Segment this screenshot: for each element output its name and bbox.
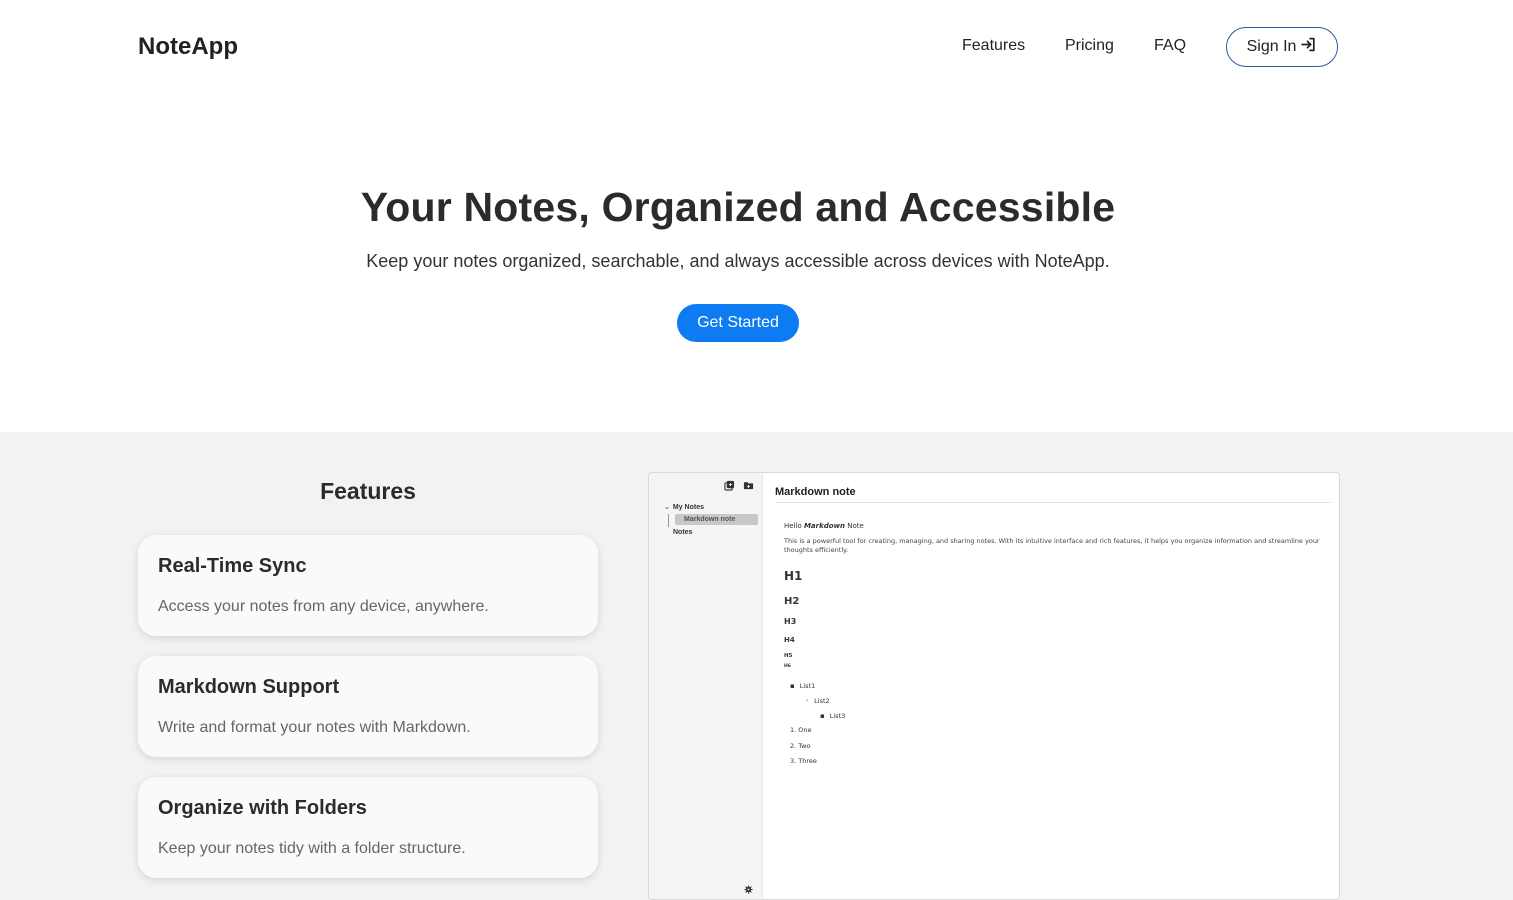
md-heading-5: H5 xyxy=(784,653,793,659)
features-section: Features Real-Time Sync Access your note… xyxy=(0,432,1513,900)
feature-card-description: Write and format your notes with Markdow… xyxy=(158,719,471,736)
note-divider xyxy=(775,502,1331,503)
list-item: ◦ List2 xyxy=(805,696,830,705)
list-item-text: List1 xyxy=(799,681,816,690)
feature-card-title: Markdown Support xyxy=(158,676,340,698)
tree-item-notes: Notes xyxy=(673,529,693,536)
md-heading-3: H3 xyxy=(784,617,797,626)
list-item: 2. Two xyxy=(790,741,811,750)
tree-folder-my-notes: ⌄ My Notes xyxy=(664,503,704,512)
md-emphasis: Markdown xyxy=(803,522,846,530)
app-preview: ⌄ My Notes Markdown note Notes Markdown … xyxy=(648,472,1340,900)
md-text: Hello xyxy=(784,522,804,530)
features-heading: Features xyxy=(320,478,416,504)
tree-item-markdown-note: Markdown note xyxy=(675,514,758,525)
navbar: NoteApp Features Pricing FAQ Sign In xyxy=(0,0,1513,94)
md-heading-2: H2 xyxy=(784,596,800,607)
hero-subtitle: Keep your notes organized, searchable, a… xyxy=(366,251,1110,271)
feature-card-description: Keep your notes tidy with a folder struc… xyxy=(158,840,466,857)
sign-in-button[interactable]: Sign In xyxy=(1226,27,1338,67)
list-item-text: List2 xyxy=(814,696,830,705)
md-bullet-list: ▪ List1 ◦ List2 ▪ List3 xyxy=(784,678,1324,723)
list-item: ▪ List3 xyxy=(820,711,846,720)
hero-section: Your Notes, Organized and Accessible Kee… xyxy=(0,94,1513,432)
new-note-icon xyxy=(723,479,736,492)
get-started-button[interactable]: Get Started xyxy=(677,304,799,342)
feature-card-title: Organize with Folders xyxy=(158,797,367,819)
md-ordered-list: 1. One 2. Two 3. Three xyxy=(784,723,1324,770)
md-heading-1: H1 xyxy=(784,569,803,583)
list-item: 1. One xyxy=(790,726,812,734)
hero-title: Your Notes, Organized and Accessible xyxy=(360,184,1116,230)
preview-note-editor: Markdown note Hello Markdown Note This i… xyxy=(764,473,1339,899)
list-item: ▪ List1 xyxy=(790,681,816,690)
list-item: 3. Three xyxy=(790,757,817,765)
gear-icon xyxy=(744,881,754,894)
md-heading-6: H6 xyxy=(784,664,791,669)
brand-logo[interactable]: NoteApp xyxy=(138,33,238,61)
feature-card-real-time-sync: Real-Time Sync Access your notes from an… xyxy=(138,535,598,636)
sign-in-icon xyxy=(1300,36,1317,58)
feature-card-markdown-support: Markdown Support Write and format your n… xyxy=(138,656,598,757)
tree-indent-line xyxy=(668,514,669,527)
nav-link-faq[interactable]: FAQ xyxy=(1154,37,1186,55)
tree-folder-label: My Notes xyxy=(672,503,704,511)
md-hello-line: Hello Markdown Note xyxy=(784,522,1324,530)
feature-card-organize-folders: Organize with Folders Keep your notes ti… xyxy=(138,777,598,878)
md-heading-4: H4 xyxy=(784,636,795,644)
sign-in-label: Sign In xyxy=(1246,38,1297,55)
md-text: Note xyxy=(845,522,864,530)
note-title: Markdown note xyxy=(775,486,856,498)
list-item-text: List3 xyxy=(829,711,846,720)
nav-link-pricing[interactable]: Pricing xyxy=(1065,37,1114,55)
md-paragraph: This is a powerful tool for creating, ma… xyxy=(784,537,1320,554)
note-body: Hello Markdown Note This is a powerful t… xyxy=(784,522,1324,770)
chevron-down-icon: ⌄ xyxy=(664,504,670,511)
nav-link-features[interactable]: Features xyxy=(962,37,1025,55)
feature-card-description: Access your notes from any device, anywh… xyxy=(158,598,489,615)
feature-card-title: Real-Time Sync xyxy=(158,555,307,577)
preview-sidebar: ⌄ My Notes Markdown note Notes xyxy=(649,473,763,899)
new-folder-icon xyxy=(742,479,755,492)
